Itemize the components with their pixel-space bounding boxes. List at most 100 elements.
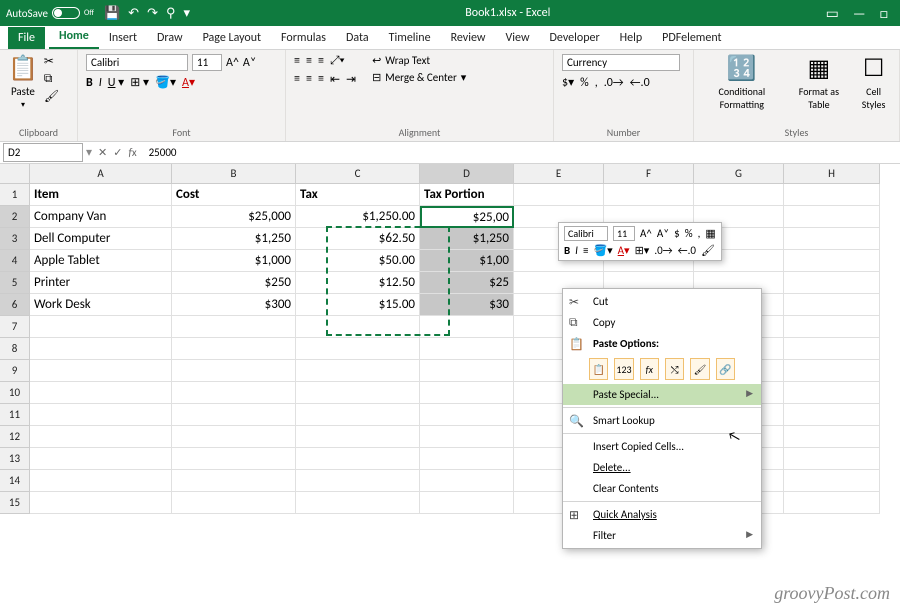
bottom-align-icon[interactable]: ≡ <box>318 54 324 68</box>
cell[interactable]: $15.00 <box>296 294 420 316</box>
cell[interactable]: Company Van <box>30 206 172 228</box>
paste-option-link[interactable]: 🔗 <box>716 358 735 380</box>
wrap-text-button[interactable]: ↩Wrap Text <box>372 54 466 67</box>
cell[interactable] <box>784 272 880 294</box>
minimize-icon[interactable]: — <box>853 5 866 22</box>
format-as-table-button[interactable]: ▦ Format as Table <box>792 54 847 111</box>
row-header[interactable]: 4 <box>0 250 30 272</box>
cell[interactable]: $25,000 <box>172 206 296 228</box>
comma-button[interactable]: , <box>595 76 598 90</box>
cell[interactable]: Work Desk <box>30 294 172 316</box>
cell[interactable]: $250 <box>172 272 296 294</box>
cell[interactable] <box>784 250 880 272</box>
font-color-button[interactable]: A▾ <box>182 75 195 90</box>
align-icon[interactable]: ≡ <box>583 244 588 257</box>
font-color-icon[interactable]: A▾ <box>618 244 630 257</box>
number-format-select[interactable] <box>562 54 680 71</box>
cell[interactable] <box>784 294 880 316</box>
orientation-icon[interactable]: ⤢▾ <box>330 54 345 68</box>
cell[interactable]: $25,00 <box>420 206 514 228</box>
col-header[interactable]: B <box>172 164 296 184</box>
cell-styles-button[interactable]: ☐ Cell Styles <box>856 54 891 111</box>
currency-button[interactable]: $▾ <box>562 75 574 90</box>
formula-input[interactable] <box>143 144 900 161</box>
tab-timeline[interactable]: Timeline <box>379 27 441 49</box>
middle-align-icon[interactable]: ≡ <box>306 54 312 68</box>
increase-font-icon[interactable]: A^ <box>640 227 652 240</box>
row-header[interactable]: 14 <box>0 470 30 492</box>
row-header[interactable]: 11 <box>0 404 30 426</box>
tab-page-layout[interactable]: Page Layout <box>193 27 271 49</box>
maximize-icon[interactable]: □ <box>880 5 888 22</box>
cell[interactable]: $30 <box>420 294 514 316</box>
mini-font-name[interactable] <box>564 226 608 241</box>
merge-center-button[interactable]: ⊟Merge & Center ▾ <box>372 71 466 84</box>
cell[interactable] <box>784 228 880 250</box>
cell[interactable] <box>784 184 880 206</box>
paste-option-all[interactable]: 📋 <box>589 358 608 380</box>
row-header[interactable]: 12 <box>0 426 30 448</box>
cell[interactable] <box>514 184 604 206</box>
tab-file[interactable]: File <box>8 27 45 49</box>
font-name-select[interactable] <box>86 54 188 71</box>
cell[interactable] <box>784 206 880 228</box>
italic-icon[interactable]: I <box>575 244 578 257</box>
cell[interactable]: $1,00 <box>420 250 514 272</box>
cell[interactable]: $1,000 <box>172 250 296 272</box>
tab-formulas[interactable]: Formulas <box>271 27 336 49</box>
row-header[interactable]: 2 <box>0 206 30 228</box>
top-align-icon[interactable]: ≡ <box>294 54 300 68</box>
autosave-toggle[interactable]: AutoSave Off <box>6 7 94 20</box>
col-header[interactable]: H <box>784 164 880 184</box>
tab-review[interactable]: Review <box>441 27 496 49</box>
border-icon[interactable]: ⊞▾ <box>635 244 650 257</box>
tab-developer[interactable]: Developer <box>540 27 610 49</box>
row-header[interactable]: 6 <box>0 294 30 316</box>
cell[interactable] <box>604 184 694 206</box>
row-header[interactable]: 3 <box>0 228 30 250</box>
row-header[interactable]: 13 <box>0 448 30 470</box>
menu-insert-copied[interactable]: Insert Copied Cells... <box>563 436 761 457</box>
paste-option-transpose[interactable]: ⤭ <box>665 358 684 380</box>
menu-delete[interactable]: Delete... <box>563 457 761 478</box>
row-header[interactable]: 9 <box>0 360 30 382</box>
cell[interactable]: $62.50 <box>296 228 420 250</box>
bold-button[interactable]: B <box>86 76 93 90</box>
decrease-font-icon[interactable]: A˅ <box>243 56 256 70</box>
left-align-icon[interactable]: ≡ <box>294 72 300 86</box>
tab-view[interactable]: View <box>495 27 539 49</box>
increase-indent-icon[interactable]: ⇥ <box>346 72 356 87</box>
undo-icon[interactable]: ↶ <box>128 6 139 21</box>
cell[interactable]: Tax Portion <box>420 184 514 206</box>
fx-icon[interactable]: fx <box>128 146 136 159</box>
select-all-corner[interactable] <box>0 164 30 184</box>
tab-draw[interactable]: Draw <box>147 27 193 49</box>
col-header[interactable]: D <box>420 164 514 184</box>
fill-color-icon[interactable]: 🪣▾ <box>593 244 612 257</box>
increase-decimal-icon[interactable]: .0→ <box>604 76 624 90</box>
col-header[interactable]: G <box>694 164 784 184</box>
percent-icon[interactable]: % <box>685 227 693 240</box>
copy-icon[interactable]: ⧉ <box>44 72 59 86</box>
decrease-decimal-icon[interactable]: ←.0 <box>630 76 650 90</box>
cell[interactable]: $1,250.00 <box>296 206 420 228</box>
conditional-formatting-button[interactable]: 🔢 Conditional Formatting <box>702 54 782 111</box>
tab-insert[interactable]: Insert <box>99 27 147 49</box>
cell[interactable]: $25 <box>420 272 514 294</box>
decrease-decimal-icon[interactable]: ←.0 <box>678 244 696 257</box>
cell[interactable]: Printer <box>30 272 172 294</box>
comma-icon[interactable]: , <box>698 227 701 240</box>
ribbon-display-icon[interactable]: ▭ <box>826 5 839 22</box>
underline-button[interactable]: U ▾ <box>108 75 124 90</box>
cell[interactable]: $1,250 <box>420 228 514 250</box>
enter-icon[interactable]: ✓ <box>113 146 122 159</box>
paste-option-values[interactable]: 123 <box>614 358 633 380</box>
menu-paste-special[interactable]: Paste Special... ▶ <box>563 384 761 405</box>
tab-pdfelement[interactable]: PDFelement <box>652 27 731 49</box>
row-header[interactable]: 15 <box>0 492 30 514</box>
row-header[interactable]: 7 <box>0 316 30 338</box>
increase-decimal-icon[interactable]: .0→ <box>654 244 672 257</box>
cell[interactable]: $1,250 <box>172 228 296 250</box>
cell[interactable] <box>694 184 784 206</box>
bold-icon[interactable]: B <box>564 244 570 257</box>
